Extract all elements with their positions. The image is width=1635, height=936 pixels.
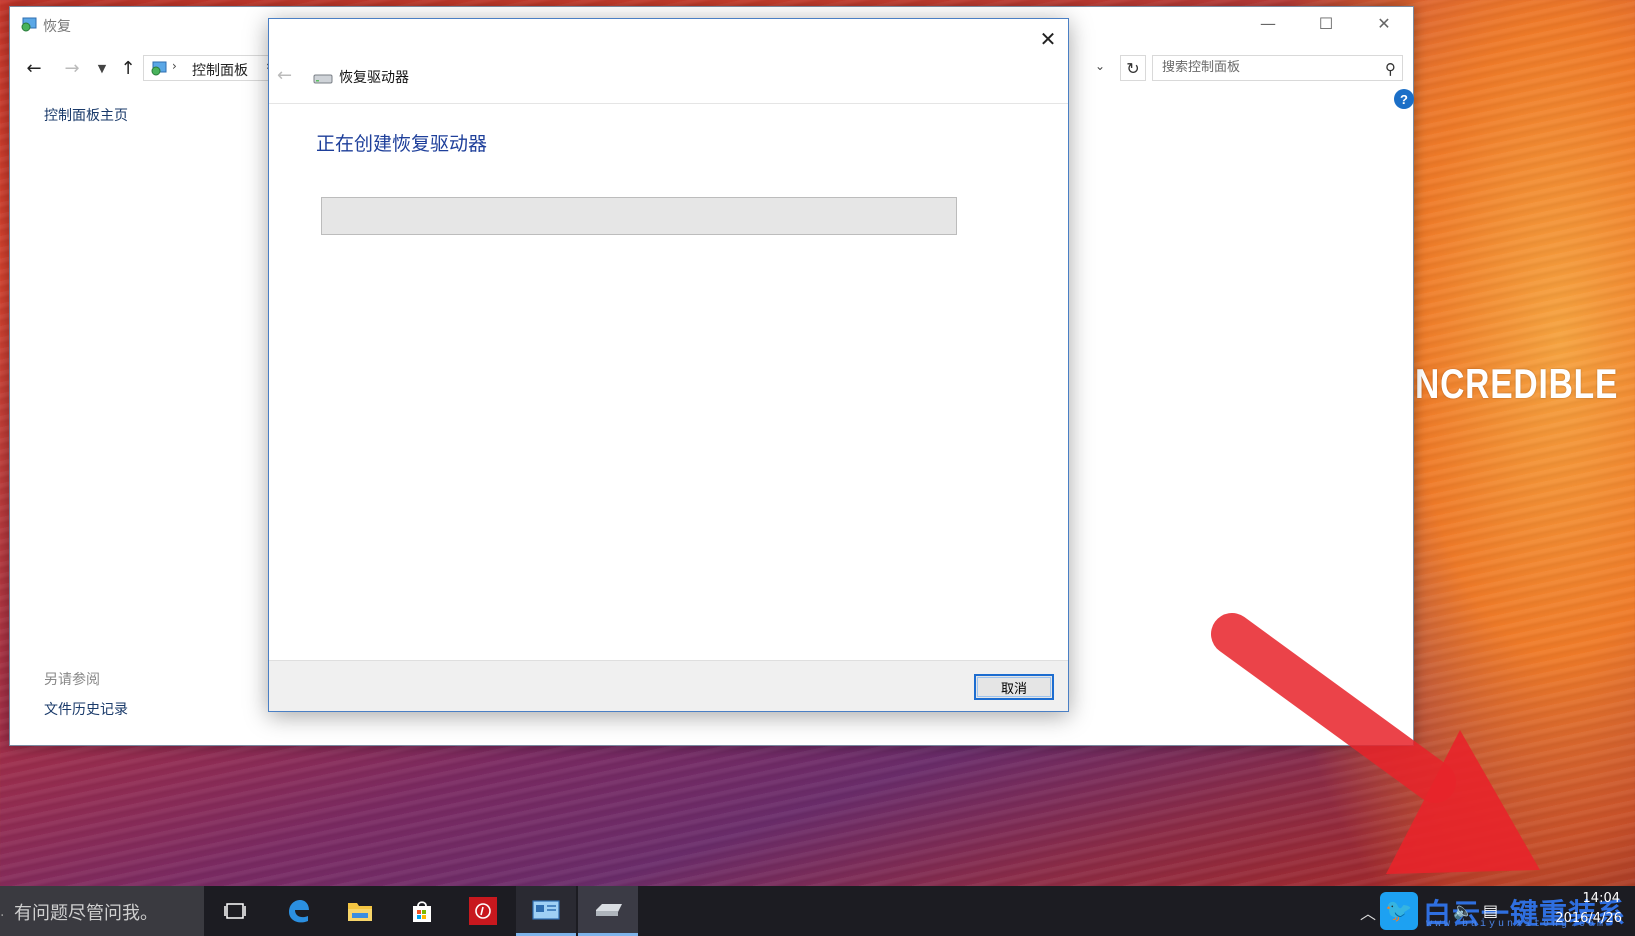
edge-browser-icon[interactable] xyxy=(268,886,328,936)
control-panel-icon xyxy=(150,61,168,76)
progress-bar xyxy=(321,197,957,235)
cortana-icon: . xyxy=(0,904,4,920)
red-app-icon[interactable] xyxy=(453,886,513,936)
cortana-search-text[interactable]: 有问题尽管问我。 xyxy=(14,899,158,925)
dialog-title: 恢复驱动器 xyxy=(339,67,409,87)
store-icon[interactable] xyxy=(392,886,452,936)
sidebar-home-link[interactable]: 控制面板主页 xyxy=(44,105,128,125)
clock-date[interactable]: 2016/4/26 xyxy=(1540,911,1622,926)
forward-arrow-icon[interactable]: → xyxy=(60,57,84,79)
minimize-button[interactable]: — xyxy=(1239,7,1297,39)
back-arrow-icon[interactable]: ← xyxy=(22,57,46,79)
recovery-drive-taskbar-icon[interactable] xyxy=(578,886,638,936)
breadcrumb-separator-icon: › xyxy=(172,59,177,73)
dialog-close-button[interactable]: ✕ xyxy=(1032,25,1064,53)
breadcrumb-control-panel[interactable]: 控制面板 xyxy=(192,60,248,80)
volume-icon[interactable]: 🔈 xyxy=(1453,901,1473,920)
help-icon[interactable]: ? xyxy=(1394,89,1414,109)
show-hidden-icons-chevron-icon[interactable]: ︿ xyxy=(1360,900,1376,924)
address-dropdown-chevron-icon[interactable]: ⌄ xyxy=(1095,59,1105,73)
recent-locations-chevron-icon[interactable]: ▼ xyxy=(90,57,114,79)
twitter-bird-icon: 🐦 xyxy=(1380,892,1418,930)
search-box[interactable]: ⚲ xyxy=(1152,55,1403,81)
clock-time[interactable]: 14:04 xyxy=(1560,891,1620,906)
cancel-button[interactable]: 取消 xyxy=(974,674,1054,700)
refresh-button[interactable]: ↻ xyxy=(1120,55,1146,81)
file-history-link[interactable]: 文件历史记录 xyxy=(44,699,128,719)
recovery-drive-dialog: ✕ ← 恢复驱动器 正在创建恢复驱动器 取消 xyxy=(268,18,1069,712)
dialog-divider xyxy=(269,103,1068,104)
control-panel-taskbar-icon[interactable] xyxy=(516,886,576,936)
window-title: 恢复 xyxy=(43,16,71,36)
address-bar[interactable]: › 控制面板 › xyxy=(143,55,283,81)
wallpaper-text: NCREDIBLE xyxy=(1415,360,1618,408)
up-arrow-icon[interactable]: ↑ xyxy=(116,57,140,79)
close-button[interactable]: ✕ xyxy=(1355,7,1413,39)
red-arrow-annotation xyxy=(1210,612,1550,882)
search-icon[interactable]: ⚲ xyxy=(1385,60,1396,78)
cortana-search-box[interactable]: . 有问题尽管问我。 xyxy=(0,886,204,936)
dialog-footer: 取消 xyxy=(269,660,1068,711)
drive-icon xyxy=(313,71,333,85)
task-view-icon[interactable] xyxy=(205,886,265,936)
dialog-back-arrow-icon[interactable]: ← xyxy=(277,65,292,86)
maximize-button[interactable]: ☐ xyxy=(1297,7,1355,39)
file-explorer-icon[interactable] xyxy=(330,886,390,936)
see-also-heading: 另请参阅 xyxy=(44,669,100,689)
dialog-heading: 正在创建恢复驱动器 xyxy=(316,129,487,156)
control-panel-icon xyxy=(20,16,38,32)
search-input[interactable] xyxy=(1162,60,1372,75)
taskbar: . 有问题尽管问我。 ︿ 🐦 白云一键重装系统 www.baiyunxitong… xyxy=(0,886,1635,936)
action-center-icon[interactable]: ▤ xyxy=(1483,901,1498,920)
